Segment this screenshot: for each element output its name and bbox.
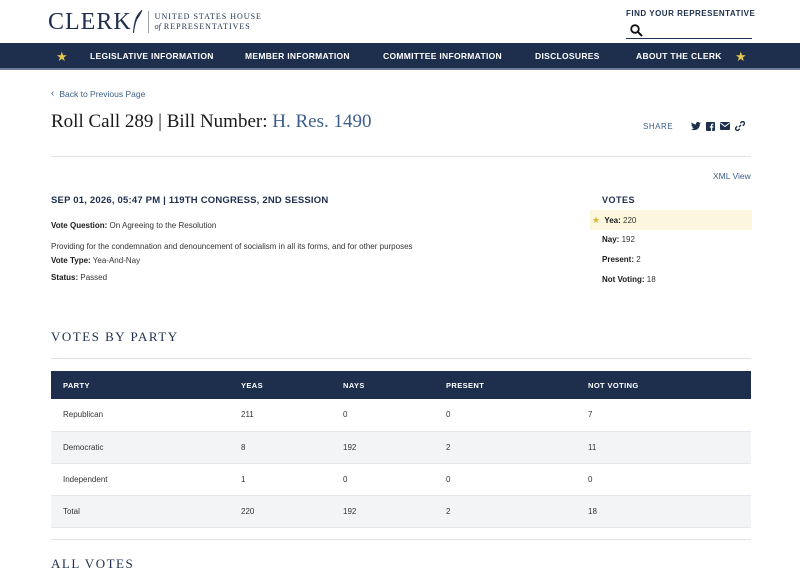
nays-cell: 192: [331, 431, 434, 464]
votes-summary: VOTES ★ Yea: 220 Nay: 192 Present: 2 Not…: [590, 193, 752, 290]
logo-subtitle: UNITED STATES HOUSE of REPRESENTATIVES: [155, 12, 262, 32]
votes-heading: VOTES: [602, 195, 636, 205]
col-header-yeas: YEAS: [229, 371, 331, 399]
table-row: Independent 1 0 0 0: [51, 463, 751, 496]
nav-member-information[interactable]: MEMBER INFORMATION: [245, 51, 350, 61]
divider: [51, 156, 751, 157]
status-label: Status:: [51, 273, 79, 282]
quill-icon: [132, 9, 143, 33]
nav-disclosures[interactable]: DISCLOSURES: [535, 51, 600, 61]
all-votes-title: ALL VOTES: [51, 556, 135, 571]
vote-question-value: On Agreeing to the Resolution: [109, 221, 217, 230]
vote-question: Vote Question: On Agreeing to the Resolu…: [51, 221, 216, 230]
party-cell: Democratic: [51, 431, 229, 464]
chevron-left-icon: ‹: [51, 88, 55, 99]
present-cell: 2: [434, 495, 576, 528]
divider: [51, 358, 751, 359]
not-voting-cell: 7: [576, 399, 751, 432]
vote-row-present: Present: 2: [590, 250, 752, 270]
vote-row-nay: Nay: 192: [590, 230, 752, 250]
back-link-label: Back to Previous Page: [59, 88, 146, 99]
logo-line2-text: REPRESENTATIVES: [163, 22, 251, 31]
share-bar: SHARE: [643, 121, 750, 131]
logo-line2: of REPRESENTATIVES: [155, 22, 262, 32]
xml-view-link[interactable]: XML View: [713, 171, 751, 181]
title-prefix: Roll Call 289 | Bill Number:: [51, 111, 268, 132]
vote-type: Vote Type: Yea-And-Nay: [51, 256, 140, 265]
bill-description: Providing for the condemnation and denou…: [51, 242, 413, 251]
party-cell: Total: [51, 495, 229, 528]
logo-line1: UNITED STATES HOUSE: [154, 12, 262, 21]
nays-cell: 192: [331, 495, 434, 528]
table-header-row: PARTY YEAS NAYS PRESENT NOT VOTING: [51, 371, 751, 399]
main-nav: ★ LEGISLATIVE INFORMATION MEMBER INFORMA…: [0, 43, 800, 70]
email-icon[interactable]: [720, 122, 731, 130]
yeas-cell: 1: [229, 463, 331, 496]
votes-by-party-title: VOTES BY PARTY: [51, 329, 179, 344]
search-icon[interactable]: [630, 24, 643, 37]
col-header-not-voting: NOT VOTING: [576, 371, 751, 399]
present-label: Present:: [602, 255, 635, 264]
present-cell: 0: [434, 399, 576, 432]
session-heading: SEP 01, 2026, 05:47 PM | 119TH CONGRESS,…: [51, 195, 329, 206]
present-count: 2: [636, 255, 641, 264]
twitter-icon[interactable]: [691, 121, 702, 131]
table-row: Total 220 192 2 18: [51, 495, 751, 528]
not-voting-cell: 18: [576, 495, 751, 528]
nav-committee-information[interactable]: COMMITTEE INFORMATION: [383, 51, 502, 61]
table-row: Democratic 8 192 2 11: [51, 431, 751, 464]
nav-about-the-clerk[interactable]: ABOUT THE CLERK: [636, 51, 722, 61]
party-cell: Independent: [51, 463, 229, 496]
yeas-cell: 220: [229, 495, 331, 528]
vote-status: Status: Passed: [51, 273, 107, 282]
nav-legislative-information[interactable]: LEGISLATIVE INFORMATION: [90, 51, 214, 61]
vote-row-not-voting: Not Voting: 18: [590, 270, 752, 290]
not-voting-label: Not Voting:: [602, 275, 645, 284]
divider: [51, 539, 751, 540]
clerk-logo[interactable]: CLERK UNITED STATES HOUSE of REPRESENTAT…: [48, 9, 262, 35]
facebook-icon[interactable]: [706, 121, 716, 131]
not-voting-cell: 0: [576, 463, 751, 496]
present-cell: 0: [434, 463, 576, 496]
yeas-cell: 8: [229, 431, 331, 464]
bill-number-link[interactable]: H. Res. 1490: [272, 111, 371, 132]
party-cell: Republican: [51, 399, 229, 432]
page-title: Roll Call 289 | Bill Number: H. Res. 149…: [51, 111, 371, 133]
back-link[interactable]: ‹ Back to Previous Page: [51, 88, 145, 99]
nays-cell: 0: [331, 399, 434, 432]
nay-label: Nay:: [602, 235, 620, 244]
yeas-cell: 211: [229, 399, 331, 432]
votes-by-party-table: PARTY YEAS NAYS PRESENT NOT VOTING Repub…: [51, 371, 751, 528]
link-icon[interactable]: [735, 121, 746, 131]
site-header: CLERK UNITED STATES HOUSE of REPRESENTAT…: [0, 0, 800, 43]
nay-count: 192: [621, 235, 635, 244]
vote-row-yea: ★ Yea: 220: [590, 210, 752, 230]
find-representative: FIND YOUR REPRESENTATIVE: [626, 9, 756, 39]
col-header-nays: NAYS: [331, 371, 434, 399]
col-header-party: PARTY: [51, 371, 229, 399]
nays-cell: 0: [331, 463, 434, 496]
present-cell: 2: [434, 431, 576, 464]
logo-wordmark: CLERK: [48, 9, 132, 35]
not-voting-count: 18: [646, 275, 656, 284]
find-rep-input[interactable]: [626, 23, 752, 39]
col-header-present: PRESENT: [434, 371, 576, 399]
star-icon: ★: [735, 49, 747, 64]
yea-label: Yea:: [604, 216, 621, 225]
logo-of: of: [154, 22, 161, 31]
not-voting-cell: 11: [576, 431, 751, 464]
star-icon: ★: [56, 49, 68, 64]
logo-divider: [147, 11, 149, 33]
share-label: SHARE: [643, 121, 674, 131]
status-value: Passed: [80, 273, 108, 282]
find-rep-label: FIND YOUR REPRESENTATIVE: [626, 9, 756, 18]
vote-question-label: Vote Question:: [51, 221, 108, 230]
table-row: Republican 211 0 0 7: [51, 399, 751, 432]
yea-count: 220: [623, 216, 637, 225]
star-icon: ★: [592, 215, 601, 225]
vote-type-label: Vote Type:: [51, 256, 91, 265]
vote-type-value: Yea-And-Nay: [92, 256, 141, 265]
